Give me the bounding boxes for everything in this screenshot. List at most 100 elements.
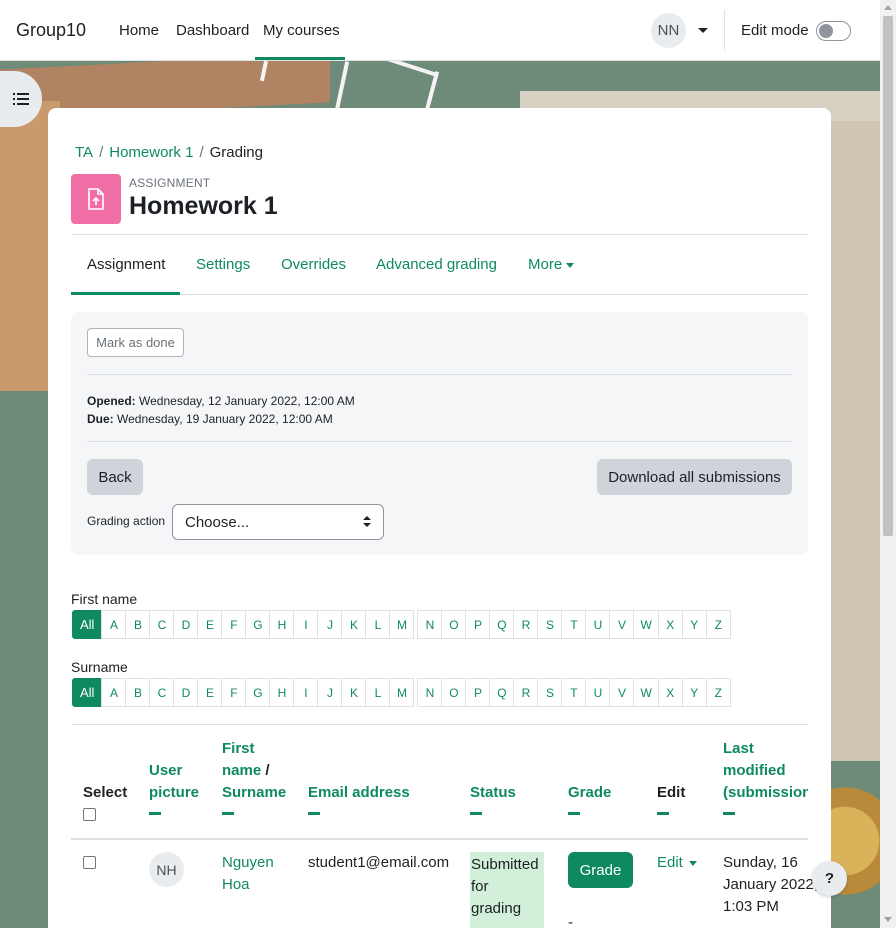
help-button[interactable]: ? <box>812 861 847 896</box>
surname-filter-a[interactable]: A <box>101 678 127 707</box>
tab-settings[interactable]: Settings <box>196 256 250 273</box>
first-name-filter-t[interactable]: T <box>561 610 587 639</box>
grade-button[interactable]: Grade <box>568 852 633 888</box>
surname-header[interactable]: Surname <box>222 784 286 801</box>
first-name-filter-p[interactable]: P <box>465 610 491 639</box>
edit-menu[interactable]: Edit <box>657 854 697 871</box>
student-name-link[interactable]: Nguyen Hoa <box>222 852 274 896</box>
breadcrumb-course[interactable]: TA <box>75 144 93 161</box>
first-name-filter-q[interactable]: Q <box>489 610 515 639</box>
surname-filter-g[interactable]: G <box>245 678 271 707</box>
surname-filter-d[interactable]: D <box>173 678 199 707</box>
first-name-filter-j[interactable]: J <box>317 610 343 639</box>
surname-filter-t[interactable]: T <box>561 678 587 707</box>
first-name-filter-u[interactable]: U <box>585 610 611 639</box>
back-button[interactable]: Back <box>87 459 143 495</box>
row-select-checkbox[interactable] <box>83 856 96 869</box>
breadcrumb-assignment[interactable]: Homework 1 <box>109 144 193 161</box>
collapse-column-icon[interactable] <box>149 812 161 815</box>
first-name-filter-s[interactable]: S <box>537 610 563 639</box>
surname-filter-s[interactable]: S <box>537 678 563 707</box>
surname-filter-z[interactable]: Z <box>705 678 731 707</box>
first-name-filter-k[interactable]: K <box>341 610 367 639</box>
first-name-filter-z[interactable]: Z <box>705 610 731 639</box>
user-picture-header-line2: picture <box>149 784 200 801</box>
collapse-column-icon[interactable] <box>308 812 320 815</box>
first-name-filter-o[interactable]: O <box>441 610 467 639</box>
collapse-column-icon[interactable] <box>568 812 580 815</box>
surname-filter-u[interactable]: U <box>585 678 611 707</box>
surname-filter-w[interactable]: W <box>633 678 659 707</box>
first-name-filter-l[interactable]: L <box>365 610 391 639</box>
surname-filter-h[interactable]: H <box>269 678 295 707</box>
nav-my-courses[interactable]: My courses <box>263 22 340 39</box>
tab-more[interactable]: More <box>528 256 575 273</box>
first-name-filter-x[interactable]: X <box>657 610 683 639</box>
surname-filter-c[interactable]: C <box>149 678 175 707</box>
surname-filter-n[interactable]: N <box>417 678 443 707</box>
first-name-header-line2[interactable]: name <box>222 762 261 779</box>
nav-dashboard[interactable]: Dashboard <box>176 22 249 39</box>
surname-filter-r[interactable]: R <box>513 678 539 707</box>
tab-overrides[interactable]: Overrides <box>281 256 346 273</box>
col-header-grade[interactable]: Grade <box>568 782 611 815</box>
collapse-column-icon[interactable] <box>470 812 482 815</box>
surname-filter-o[interactable]: O <box>441 678 467 707</box>
edit-mode-toggle[interactable] <box>816 21 851 41</box>
first-name-filter-w[interactable]: W <box>633 610 659 639</box>
scroll-thumb[interactable] <box>883 16 893 536</box>
collapse-column-icon[interactable] <box>222 812 234 815</box>
surname-filter-f[interactable]: F <box>221 678 247 707</box>
collapse-column-icon[interactable] <box>657 812 669 815</box>
select-all-checkbox[interactable] <box>83 808 96 821</box>
scroll-up-arrow-icon[interactable] <box>884 5 892 10</box>
surname-filter-j[interactable]: J <box>317 678 343 707</box>
first-name-filter-v[interactable]: V <box>609 610 635 639</box>
col-header-name[interactable]: First name / Surname <box>222 738 286 815</box>
site-brand[interactable]: Group10 <box>16 20 86 41</box>
surname-filter-all[interactable]: All <box>72 678 103 707</box>
first-name-filter-h[interactable]: H <box>269 610 295 639</box>
first-name-filter-all[interactable]: All <box>72 610 103 639</box>
first-name-filter-d[interactable]: D <box>173 610 199 639</box>
tab-advanced-grading[interactable]: Advanced grading <box>376 256 497 273</box>
surname-filter-l[interactable]: L <box>365 678 391 707</box>
surname-filter-k[interactable]: K <box>341 678 367 707</box>
user-menu-caret-icon[interactable] <box>698 28 708 33</box>
surname-filter-x[interactable]: X <box>657 678 683 707</box>
first-name-filter-e[interactable]: E <box>197 610 223 639</box>
first-name-filter-n[interactable]: N <box>417 610 443 639</box>
download-all-submissions-button[interactable]: Download all submissions <box>597 459 792 495</box>
first-name-filter-r[interactable]: R <box>513 610 539 639</box>
surname-filter-q[interactable]: Q <box>489 678 515 707</box>
mark-as-done-button[interactable]: Mark as done <box>87 328 184 357</box>
surname-filter-e[interactable]: E <box>197 678 223 707</box>
user-picture-header-line1: User <box>149 762 183 779</box>
surname-filter-b[interactable]: B <box>125 678 151 707</box>
collapse-column-icon[interactable] <box>723 812 735 815</box>
surname-filter-v[interactable]: V <box>609 678 635 707</box>
first-name-filter-i[interactable]: I <box>293 610 319 639</box>
first-name-filter-a[interactable]: A <box>101 610 127 639</box>
tab-assignment[interactable]: Assignment <box>87 256 165 273</box>
col-header-status[interactable]: Status <box>470 782 516 815</box>
user-avatar[interactable]: NN <box>651 13 686 48</box>
first-name-filter-b[interactable]: B <box>125 610 151 639</box>
first-name-filter-c[interactable]: C <box>149 610 175 639</box>
scroll-down-arrow-icon[interactable] <box>884 917 892 922</box>
first-name-filter-f[interactable]: F <box>221 610 247 639</box>
first-name-filter-g[interactable]: G <box>245 610 271 639</box>
col-header-last-modified[interactable]: Last modified (submission) <box>723 738 808 815</box>
col-header-user-picture[interactable]: User picture <box>149 760 199 815</box>
surname-filter-y[interactable]: Y <box>681 678 707 707</box>
col-header-email[interactable]: Email address <box>308 782 410 815</box>
grading-action-select[interactable]: Choose... <box>172 504 384 540</box>
first-name-filter-m[interactable]: M <box>389 610 415 639</box>
first-name-filter-y[interactable]: Y <box>681 610 707 639</box>
surname-filter-m[interactable]: M <box>389 678 415 707</box>
surname-filter-p[interactable]: P <box>465 678 491 707</box>
avatar[interactable]: NH <box>149 852 184 887</box>
surname-filter-i[interactable]: I <box>293 678 319 707</box>
nav-home[interactable]: Home <box>119 22 159 39</box>
breadcrumb-current: Grading <box>209 144 263 161</box>
